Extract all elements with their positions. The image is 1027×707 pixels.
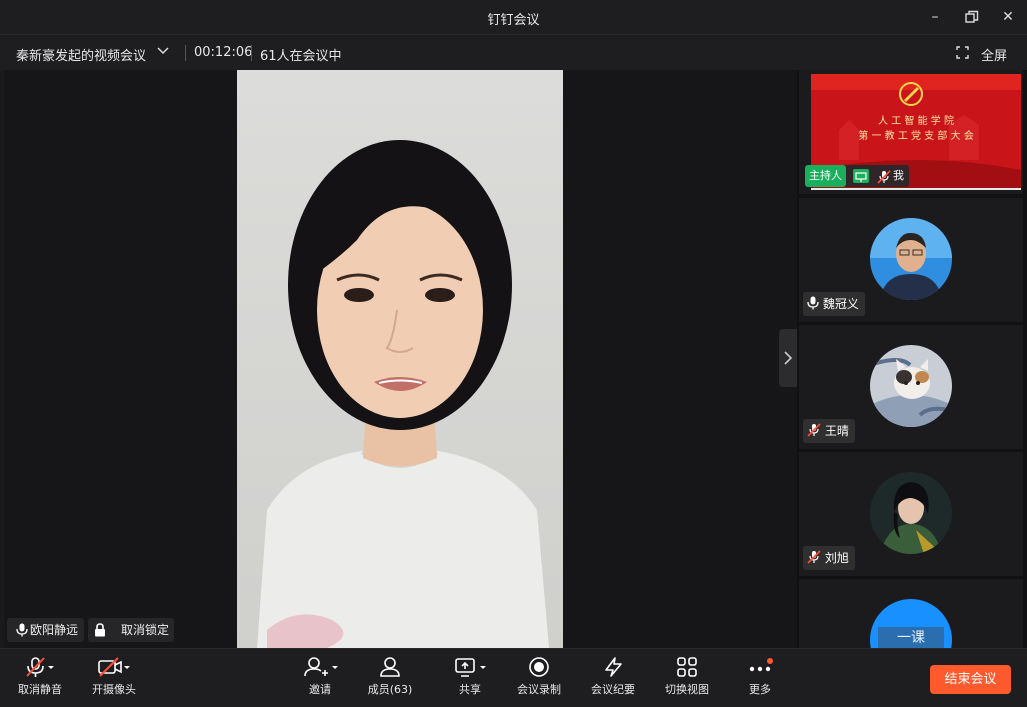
avatar [870,345,952,427]
camera-off-icon [90,653,138,681]
switch-view-button[interactable]: 切换视图 [662,653,712,697]
minutes-icon [588,653,638,681]
participant-tile-host[interactable]: 人 工 智 能 学 院 第 一 教 工 党 支 部 大 会 主持人 我 [799,70,1023,194]
participant-name-tag: 王晴 [803,419,855,443]
avatar-text: 一课 [878,627,944,648]
slide-subtitle: 第 一 教 工 党 支 部 大 会 [858,131,974,142]
speaker-name-tag: 欧阳静远 [7,618,84,642]
avatar [870,218,952,300]
participant-tile[interactable]: 一课 [799,579,1023,648]
members-label: 成员(63) [367,683,413,696]
minutes-button[interactable]: 会议纪要 [588,653,638,697]
mic-muted-icon [807,550,821,564]
microphone-icon [807,296,819,310]
notification-dot [767,658,773,664]
share-label: 共享 [459,683,481,696]
camera-button[interactable]: 开摄像头 [90,653,138,697]
restore-icon[interactable] [962,8,982,26]
meeting-toolbar: 取消静音 开摄像头 邀请 成员(63) 共享 会议录制 会议纪要 切换视图 更多… [0,648,1027,707]
chevron-down-icon[interactable] [156,43,170,61]
host-badge-group: 主持人 我 [805,165,909,187]
slide-title: 人 工 智 能 学 院 [878,116,954,127]
mic-muted-icon [877,169,891,188]
participant-name-tag: 刘旭 [803,546,855,570]
participant-tile[interactable]: 魏冠义 [799,198,1023,322]
chevron-right-icon[interactable] [779,329,797,387]
unlock-label: 取消锁定 [121,623,170,637]
title-bar: 钉钉会议 – ✕ [0,0,1027,34]
add-user-icon [300,653,340,681]
fullscreen-button[interactable]: 全屏 [981,45,1007,64]
self-label: 我 [893,169,904,182]
members-icon [366,653,414,681]
meeting-info-bar: 秦新豪发起的视频会议 00:12:06 61人在会议中 全屏 [0,34,1027,70]
main-video[interactable] [237,70,563,648]
share-screen-icon [450,653,490,681]
minutes-label: 会议纪要 [591,683,635,696]
record-label: 会议录制 [517,683,561,696]
speaker-name: 欧阳静远 [30,623,79,637]
participant-name: 魏冠义 [822,297,859,311]
mic-muted-icon [807,423,821,437]
camera-label: 开摄像头 [92,683,136,696]
more-label: 更多 [749,683,771,696]
minimize-icon[interactable]: – [925,8,945,26]
screen-share-icon [853,169,869,183]
more-icon [744,653,776,681]
window-title: 钉钉会议 [487,13,540,28]
microphone-icon [16,623,28,637]
record-icon [514,653,564,681]
mic-muted-icon [16,653,64,681]
participant-panel: 人 工 智 能 学 院 第 一 教 工 党 支 部 大 会 主持人 我 魏冠义 [797,70,1027,648]
lock-icon [95,623,105,637]
participant-name-tag: 魏冠义 [803,292,865,316]
participant-count: 61人在会议中 [260,49,342,64]
switch-view-label: 切换视图 [665,683,709,696]
record-button[interactable]: 会议录制 [514,653,564,697]
participant-tile[interactable]: 刘旭 [799,452,1023,576]
meeting-name[interactable]: 秦新豪发起的视频会议 [16,45,146,64]
meeting-duration: 00:12:06 [194,45,253,60]
end-meeting-button[interactable]: 结束会议 [930,665,1011,694]
unlock-video-button[interactable]: 取消锁定 [88,618,174,642]
invite-button[interactable]: 邀请 [300,653,340,697]
share-button[interactable]: 共享 [450,653,490,697]
host-badge: 主持人 [805,165,846,187]
participant-name: 王晴 [824,424,849,438]
participant-name: 刘旭 [824,551,849,565]
grid-view-icon [662,653,712,681]
avatar: 一课 [870,599,952,648]
members-button[interactable]: 成员(63) [366,653,414,697]
unmute-label: 取消静音 [18,683,62,696]
participant-tile[interactable]: 王晴 [799,325,1023,449]
fullscreen-icon[interactable] [956,46,969,63]
close-icon[interactable]: ✕ [998,8,1018,26]
unmute-button[interactable]: 取消静音 [16,653,64,697]
avatar [870,472,952,554]
invite-label: 邀请 [309,683,331,696]
